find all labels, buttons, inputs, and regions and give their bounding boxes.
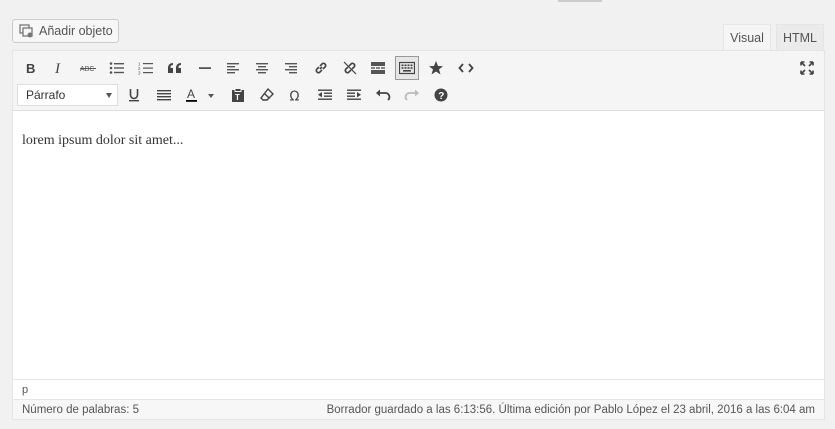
svg-text:ABC: ABC [80,66,94,73]
insert-link-button[interactable] [309,56,333,80]
tab-visual[interactable]: Visual [723,24,771,50]
editor-page: Añadir objeto Visual HTML B I ABC 1 2 3 … [0,0,835,429]
svg-text:3: 3 [138,71,141,76]
chevron-down-icon [106,93,112,98]
help-button[interactable]: ? [429,83,453,107]
italic-icon: I [54,61,61,75]
numbered-list-button[interactable]: 1 2 3 [134,56,158,80]
add-media-button[interactable]: Añadir objeto [12,19,119,43]
text-color-icon: A [186,87,214,102]
outdent-button[interactable] [313,83,337,107]
strikethrough-button[interactable]: ABC [76,56,100,80]
svg-text:Ω: Ω [290,90,300,103]
format-select-value: Párrafo [26,88,66,102]
svg-text:?: ? [438,91,444,102]
help-icon: ? [434,88,448,102]
align-center-button[interactable] [250,56,274,80]
add-media-label: Añadir objeto [39,24,113,38]
editor-content[interactable]: lorem ipsum dolor sit amet... [13,111,824,379]
star-icon [429,61,443,75]
remove-link-button[interactable] [338,56,362,80]
align-left-button[interactable] [221,56,245,80]
numbered-list-icon: 1 2 3 [138,62,153,76]
undo-button[interactable] [371,83,395,107]
clear-formatting-icon [260,87,274,101]
italic-button[interactable]: I [47,56,71,80]
fullscreen-icon [800,61,814,75]
underline-button[interactable] [122,83,146,107]
editor-box: B I ABC 1 2 3 Párrafo A T Ω ? lorem ipsu… [12,50,825,420]
blockquote-button[interactable] [163,56,187,80]
clear-formatting-button[interactable] [255,83,279,107]
toolbar-toggle-button[interactable] [395,56,419,80]
svg-text:A: A [187,87,195,101]
fullscreen-button[interactable] [795,56,819,80]
tab-html[interactable]: HTML [776,24,824,50]
strikethrough-icon: ABC [80,66,96,73]
redo-button[interactable] [400,83,424,107]
content-paragraph: lorem ipsum dolor sit amet... [22,133,184,148]
horizontal-rule-icon [199,67,211,69]
align-center-icon [256,63,268,74]
indent-icon [347,89,361,100]
redo-icon [404,89,419,101]
undo-icon [376,89,391,101]
editor-toolbar: B I ABC 1 2 3 Párrafo A T Ω ? [13,51,824,111]
word-count: Número de palabras: 5 [22,403,139,416]
code-button[interactable] [454,56,478,80]
remove-link-icon [343,61,357,75]
svg-text:B: B [26,61,35,75]
horizontal-rule-button[interactable] [193,56,217,80]
bullet-list-button[interactable] [105,56,129,80]
star-button[interactable] [424,56,448,80]
indent-button[interactable] [342,83,366,107]
format-select[interactable]: Párrafo [17,84,118,106]
bullet-list-icon [109,62,124,74]
special-character-button[interactable]: Ω [284,83,308,107]
bold-button[interactable]: B [19,56,43,80]
align-left-icon [227,63,239,74]
underline-icon [129,89,139,102]
outdent-icon [318,89,332,100]
justify-button[interactable] [152,83,176,107]
read-more-button[interactable] [366,56,390,80]
media-icon [19,24,33,38]
justify-icon [157,90,171,101]
svg-text:I: I [54,61,61,75]
blockquote-icon [168,63,181,73]
insert-link-icon [315,62,327,74]
top-divider [558,0,602,2]
status-bar: Número de palabras: 5 Borrador guardado … [13,399,824,419]
path-element-p[interactable]: p [22,384,28,396]
align-right-button[interactable] [279,56,303,80]
toolbar-toggle-icon [399,61,415,75]
paste-text-icon: T [232,88,244,102]
special-character-icon: Ω [290,90,300,103]
text-color-button[interactable]: A [181,83,219,107]
element-path: p [13,379,824,399]
paste-text-button[interactable]: T [226,83,250,107]
svg-text:T: T [235,93,240,102]
read-more-icon [371,62,385,74]
autosave-status: Borrador guardado a las 6:13:56. Última … [326,403,815,416]
code-icon [458,63,474,73]
align-right-icon [285,63,297,74]
bold-icon: B [26,61,35,75]
